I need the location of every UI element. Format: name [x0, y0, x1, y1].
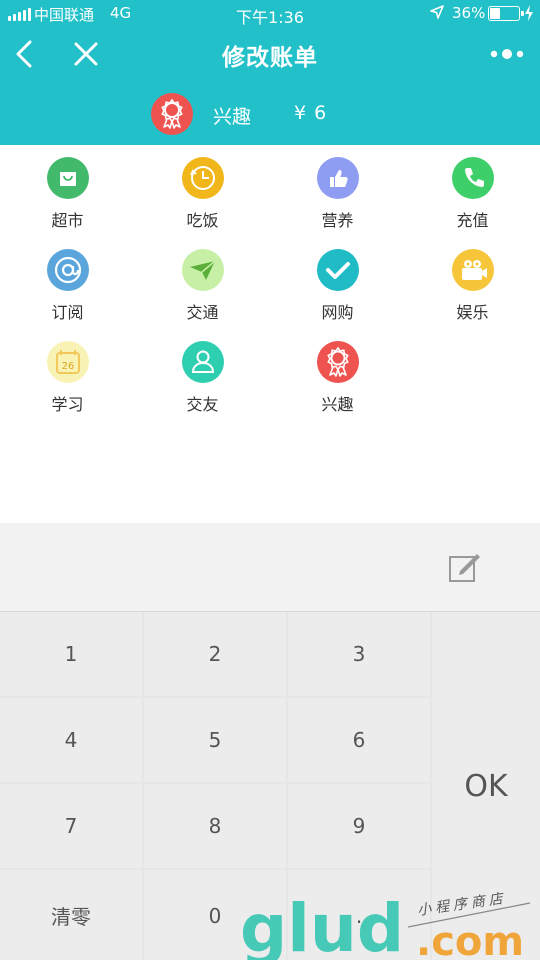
- category-label: 吃饭: [186, 211, 219, 230]
- category-label: 充值: [456, 211, 489, 230]
- key-clear[interactable]: 清零: [0, 870, 142, 960]
- clock-icon: [182, 157, 224, 199]
- key-3[interactable]: 3: [288, 612, 430, 696]
- key-1[interactable]: 1: [0, 612, 142, 696]
- key-0[interactable]: 0: [144, 870, 286, 960]
- category-item[interactable]: 网购: [270, 237, 405, 329]
- user-icon: [182, 341, 224, 383]
- category-label: 超市: [51, 211, 84, 230]
- key-7[interactable]: 7: [0, 784, 142, 868]
- category-item[interactable]: 26 学习: [0, 329, 135, 421]
- category-item[interactable]: 营养: [270, 145, 405, 237]
- status-bar: 中国联通 4G 下午1:36 36%: [0, 0, 540, 28]
- key-4[interactable]: 4: [0, 698, 142, 782]
- category-label: 娱乐: [456, 303, 489, 322]
- selected-category: 兴趣 ¥ 6: [0, 92, 540, 136]
- key-8[interactable]: 8: [144, 784, 286, 868]
- category-item[interactable]: 订阅: [0, 237, 135, 329]
- note-bar: [0, 523, 540, 611]
- key-2[interactable]: 2: [144, 612, 286, 696]
- category-label: 交通: [186, 303, 219, 322]
- selected-amount: ¥ 6: [294, 102, 328, 124]
- category-item[interactable]: 充值: [405, 145, 540, 237]
- ribbon-award-icon: [317, 341, 359, 383]
- category-item[interactable]: 交通: [135, 237, 270, 329]
- camera-icon: [452, 249, 494, 291]
- calendar-icon: 26: [47, 341, 89, 383]
- category-label: 订阅: [51, 303, 84, 322]
- category-label: 营养: [321, 211, 354, 230]
- page-title: 修改账单: [222, 45, 318, 71]
- key-dot[interactable]: .: [288, 870, 430, 960]
- more-button[interactable]: [486, 42, 530, 66]
- shopping-bag-icon: [47, 157, 89, 199]
- header: 中国联通 4G 下午1:36 36% 修改账单 兴趣 ¥ 6: [0, 0, 540, 145]
- charging-icon: [525, 5, 533, 21]
- category-grid: 超市 吃饭 营养 充值订阅 交通 网购 娱乐 26 学习 交友 兴趣: [0, 145, 540, 523]
- thumbs-up-icon: [317, 157, 359, 199]
- category-item[interactable]: 吃饭: [135, 145, 270, 237]
- key-5[interactable]: 5: [144, 698, 286, 782]
- key-9[interactable]: 9: [288, 784, 430, 868]
- svg-text:26: 26: [62, 361, 75, 372]
- category-label: 兴趣: [321, 395, 354, 414]
- category-item[interactable]: 娱乐: [405, 237, 540, 329]
- category-label: 交友: [186, 395, 219, 414]
- checkmark-icon: [317, 249, 359, 291]
- battery-icon: [488, 6, 524, 21]
- category-label: 学习: [51, 395, 84, 414]
- phone-icon: [452, 157, 494, 199]
- edit-note-button[interactable]: [447, 549, 483, 585]
- category-item[interactable]: 超市: [0, 145, 135, 237]
- ribbon-award-icon: [151, 93, 193, 135]
- battery-percent: 36%: [452, 4, 486, 22]
- category-label: 网购: [321, 303, 354, 322]
- selected-category-name: 兴趣: [213, 106, 252, 128]
- at-sign-icon: [47, 249, 89, 291]
- location-arrow-icon: [430, 5, 444, 19]
- category-item[interactable]: 交友: [135, 329, 270, 421]
- ok-button[interactable]: OK: [432, 612, 540, 960]
- key-6[interactable]: 6: [288, 698, 430, 782]
- category-item[interactable]: 兴趣: [270, 329, 405, 421]
- paper-plane-icon: [182, 249, 224, 291]
- number-keypad: 1 2 3 4 5 6 7 8 9 清零 0. OK: [0, 611, 540, 960]
